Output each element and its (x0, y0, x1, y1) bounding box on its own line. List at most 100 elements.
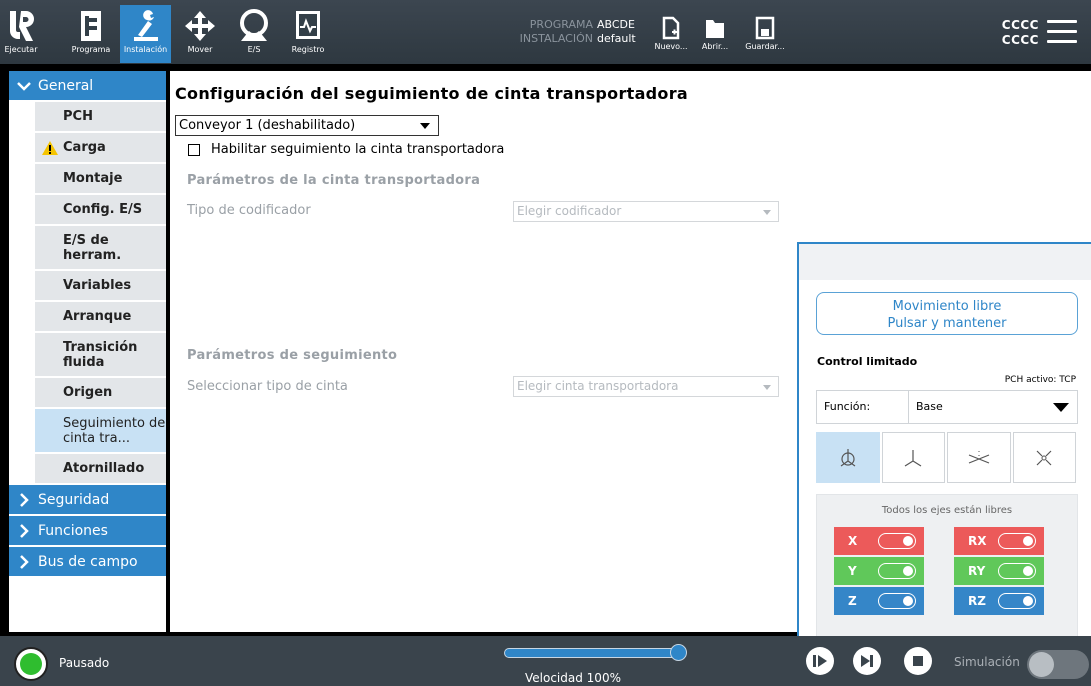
axis-rz-toggle[interactable]: RZ (954, 587, 1044, 615)
axis-label: RY (968, 564, 986, 578)
simulation-label: Simulación (954, 655, 1020, 669)
new-button[interactable]: Nuevo... (652, 14, 690, 62)
axis-y-toggle[interactable]: Y (834, 557, 924, 585)
axis-z-toggle[interactable]: Z (834, 587, 924, 615)
tab-installation[interactable]: Instalación (120, 5, 171, 63)
freedrive-panel-header (799, 244, 1091, 280)
sidebar-section-label: Funciones (38, 522, 108, 539)
user-line-1: CCCC (1001, 18, 1039, 32)
step-button[interactable] (853, 647, 881, 675)
toggle-switch[interactable] (878, 563, 916, 579)
conveyor-select[interactable]: Conveyor 1 (deshabilitado) (175, 115, 439, 136)
belt-select[interactable]: Elegir cinta transportadora (513, 376, 779, 397)
frame-option-free[interactable] (1012, 432, 1076, 483)
ur-logo-icon (10, 11, 34, 41)
tab-move[interactable]: Mover (180, 5, 220, 63)
axis-x-toggle[interactable]: X (834, 527, 924, 555)
sidebar-item-origen[interactable]: Origen (35, 378, 166, 407)
simulation-toggle[interactable] (1027, 650, 1089, 679)
frame-option-tool[interactable] (881, 432, 945, 483)
program-icon (81, 11, 101, 41)
constrained-control-label: Control limitado (817, 355, 918, 368)
frame-option-base[interactable] (816, 432, 880, 483)
dropdown-arrow-icon (1053, 403, 1069, 412)
open-folder-icon (706, 20, 724, 38)
sidebar-section-funciones[interactable]: Funciones (9, 516, 166, 545)
dropdown-arrow-icon (763, 385, 771, 390)
tab-log[interactable]: Registro (286, 5, 330, 63)
sidebar-item-label: PCH (63, 109, 93, 124)
toggle-switch[interactable] (998, 593, 1036, 609)
page-title: Configuración del seguimiento de cinta t… (175, 84, 689, 103)
axis-rx-toggle[interactable]: RX (954, 527, 1044, 555)
power-status-button[interactable] (14, 647, 48, 681)
sidebar-item-label: Variables (63, 278, 132, 293)
sidebar-item-variables[interactable]: Variables (35, 271, 166, 300)
program-info: PROGRAMA ABCDE INSTALACIÓN default (505, 18, 636, 46)
axis-label: X (848, 534, 858, 548)
frame-option-plane[interactable] (947, 432, 1011, 483)
function-select[interactable]: Función: Base (816, 390, 1078, 424)
sidebar-item-atornillado[interactable]: Atornillado (35, 454, 166, 483)
axis-ry-toggle[interactable]: RY (954, 557, 1044, 585)
sidebar-item-seguimiento[interactable]: Seguimiento de cinta tra... (35, 409, 166, 452)
sidebar-item-pch[interactable]: PCH (35, 102, 166, 131)
speed-slider-handle[interactable] (670, 644, 687, 661)
sidebar-item-es-herram[interactable]: E/S de herram. (35, 226, 166, 269)
chevron-down-icon (17, 81, 31, 91)
hamburger-menu-icon[interactable] (1047, 20, 1077, 44)
save-button[interactable]: Guardar... (740, 14, 790, 62)
sidebar-item-config-es[interactable]: Config. E/S (35, 195, 166, 224)
bottom-bar: Pausado Velocidad 100% Simulación (0, 636, 1091, 686)
belt-select-placeholder: Elegir cinta transportadora (517, 379, 679, 393)
tab-log-label: Registro (291, 45, 325, 54)
tracking-params-heading: Parámetros de seguimiento (187, 348, 398, 363)
axes-panel: Todos los ejes están libres X RX Y RY Z … (816, 494, 1078, 638)
tab-run[interactable]: Ejecutar (2, 5, 40, 63)
sidebar-section-label: Seguridad (38, 491, 110, 508)
enable-tracking-checkbox[interactable] (188, 143, 200, 156)
tab-io[interactable]: E/S (232, 5, 276, 63)
sidebar-section-bus-de-campo[interactable]: Bus de campo (9, 547, 166, 576)
toggle-switch[interactable] (998, 533, 1036, 549)
sidebar-section-seguridad[interactable]: Seguridad (9, 485, 166, 514)
tab-program[interactable]: Programa (64, 5, 118, 63)
sidebar-item-label: Montaje (63, 171, 123, 186)
free-frame-icon (1036, 450, 1052, 465)
function-value-box[interactable]: Base (909, 391, 1077, 423)
tab-installation-label: Instalación (123, 45, 168, 54)
speed-label: Velocidad 100% (525, 671, 621, 685)
sidebar-section-label: General (38, 77, 94, 94)
encoder-select[interactable]: Elegir codificador (513, 201, 779, 222)
sidebar-item-montaje[interactable]: Montaje (35, 164, 166, 193)
freedrive-button[interactable]: Movimiento libre Pulsar y mantener (816, 292, 1078, 335)
axis-label: RZ (968, 594, 986, 608)
io-icon (240, 9, 268, 41)
frame-selector (816, 432, 1078, 483)
sidebar-item-transicion[interactable]: Transición fluida (35, 333, 166, 376)
tab-move-label: Mover (187, 45, 213, 54)
stop-button[interactable] (904, 647, 932, 675)
new-button-label: Nuevo... (654, 42, 688, 51)
toggle-switch[interactable] (878, 533, 916, 549)
new-file-icon (662, 16, 680, 40)
sidebar-section-general[interactable]: General (9, 71, 166, 100)
installation-label: INSTALACIÓN (519, 32, 593, 45)
play-button[interactable] (806, 647, 834, 675)
speed-slider[interactable] (504, 648, 680, 658)
open-button[interactable]: Abrir... (697, 14, 733, 62)
belt-type-label: Seleccionar tipo de cinta (187, 379, 348, 394)
enable-tracking-row[interactable]: Habilitar seguimiento la cinta transport… (188, 142, 504, 157)
freedrive-button-sub: Pulsar y mantener (887, 316, 1007, 331)
sidebar-item-carga[interactable]: Carga (35, 133, 166, 162)
step-icon (861, 655, 873, 667)
sidebar-item-arranque[interactable]: Arranque (35, 302, 166, 331)
move-icon (185, 11, 215, 41)
axis-label: RX (968, 534, 987, 548)
toggle-switch[interactable] (998, 563, 1036, 579)
sidebar-item-label: Seguimiento de cinta tra... (63, 415, 166, 446)
tab-run-label: Ejecutar (4, 45, 38, 54)
chevron-right-icon (20, 554, 29, 569)
toggle-switch[interactable] (878, 593, 916, 609)
axes-caption: Todos los ejes están libres (881, 505, 1013, 516)
